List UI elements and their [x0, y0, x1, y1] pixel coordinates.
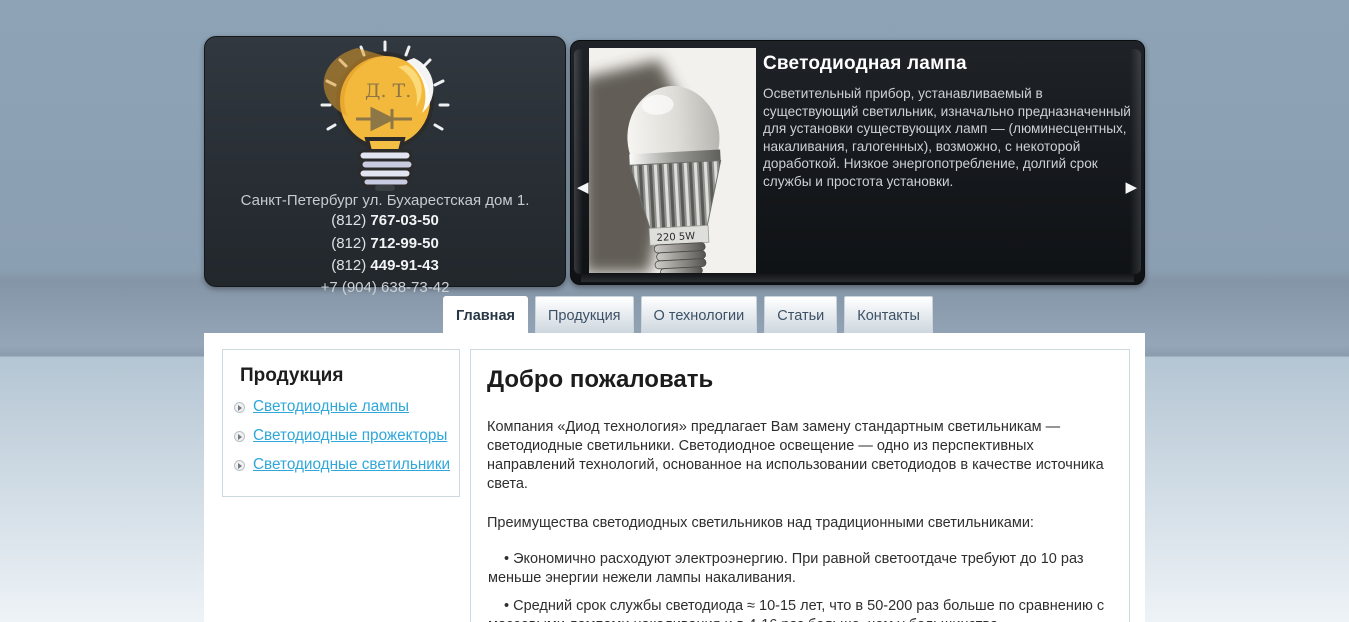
phone-number: (812) 712-99-50 — [205, 233, 565, 255]
advantages-list: Экономично расходуют электроэнергию. При… — [488, 550, 1114, 622]
slider-bottom-highlight — [581, 273, 1134, 282]
phone-digits: 449-91-43 — [370, 257, 439, 274]
phone-prefix: (812) — [331, 212, 367, 229]
tab-products[interactable]: Продукция — [534, 296, 634, 333]
header-slider: 220 5W Светодиодная лампа Осветительный … — [570, 40, 1145, 285]
company-lightbulb-logo-icon: Д. Т. — [320, 40, 450, 191]
arrow-bullet-icon — [234, 401, 245, 413]
sidebar-title: Продукция — [240, 365, 344, 386]
arrow-bullet-icon — [234, 430, 245, 442]
slider-next-arrow-icon[interactable]: ▶ — [1125, 180, 1137, 195]
tab-contacts[interactable]: Контакты — [844, 296, 933, 333]
tab-articles[interactable]: Статьи — [764, 296, 838, 333]
phone-number: (812) 449-91-43 — [205, 255, 565, 277]
advantage-item: Экономично расходуют электроэнергию. При… — [488, 550, 1114, 588]
slider-prev-arrow-icon[interactable]: ◀ — [577, 180, 589, 195]
company-address: Санкт-Петербург ул. Бухарестская дом 1. — [240, 192, 530, 209]
tab-technology[interactable]: О технологии — [640, 296, 758, 333]
phone-number: (812) 767-03-50 — [205, 210, 565, 232]
logo-initials: Д. Т. — [365, 80, 411, 102]
sidebar-link-led-luminaires[interactable]: Светодиодные светильники — [253, 456, 450, 474]
phone-digits: 712-99-50 — [370, 234, 439, 252]
list-item: Светодиодные светильники — [234, 456, 459, 474]
list-item: Светодиодные прожекторы — [234, 427, 459, 445]
slide-title: Светодиодная лампа — [763, 53, 967, 74]
led-bulb-image: 220 5W — [589, 48, 756, 273]
main-navigation: Главная Продукция О технологии Статьи Ко… — [443, 296, 940, 333]
welcome-article: Добро пожаловать Компания «Диод технолог… — [470, 349, 1130, 622]
slide-description: Осветительный прибор, устанавливаемый в … — [763, 86, 1131, 189]
company-header-card: Д. Т. Санкт-Петербург ул. Бухарестская д… — [204, 36, 566, 296]
phone-prefix: (812) — [331, 234, 367, 252]
mobile-phone-number: +7 (904) 638-73-42 — [320, 278, 450, 296]
list-item: Светодиодные лампы — [234, 398, 459, 416]
sidebar-link-led-floodlights[interactable]: Светодиодные прожекторы — [253, 427, 447, 445]
sidebar-links-list: Светодиодные лампы Светодиодные прожекто… — [234, 398, 459, 474]
arrow-bullet-icon — [234, 459, 245, 471]
content-wrapper: Продукция Светодиодные лампы Светодиодны… — [204, 333, 1145, 622]
slider-left-highlight — [574, 49, 583, 274]
products-sidebar: Продукция Светодиодные лампы Светодиодны… — [222, 349, 460, 497]
phone-prefix: (812) — [331, 257, 367, 274]
page-background: Д. Т. Санкт-Петербург ул. Бухарестская д… — [0, 0, 1349, 622]
sidebar-link-led-lamps[interactable]: Светодиодные лампы — [253, 398, 409, 416]
intro-paragraph: Компания «Диод технология» предлагает Ва… — [487, 419, 1104, 492]
bulb-voltage-label: 220 5W — [656, 231, 695, 244]
page-title: Добро пожаловать — [487, 366, 714, 393]
led-bulb-photo: 220 5W — [589, 48, 756, 273]
advantages-lead-paragraph: Преимущества светодиодных светильников н… — [487, 515, 1034, 531]
tab-home[interactable]: Главная — [443, 296, 528, 333]
advantage-item: Средний срок службы светодиода ≈ 10-15 л… — [488, 597, 1114, 622]
phone-digits: 767-03-50 — [370, 212, 439, 229]
